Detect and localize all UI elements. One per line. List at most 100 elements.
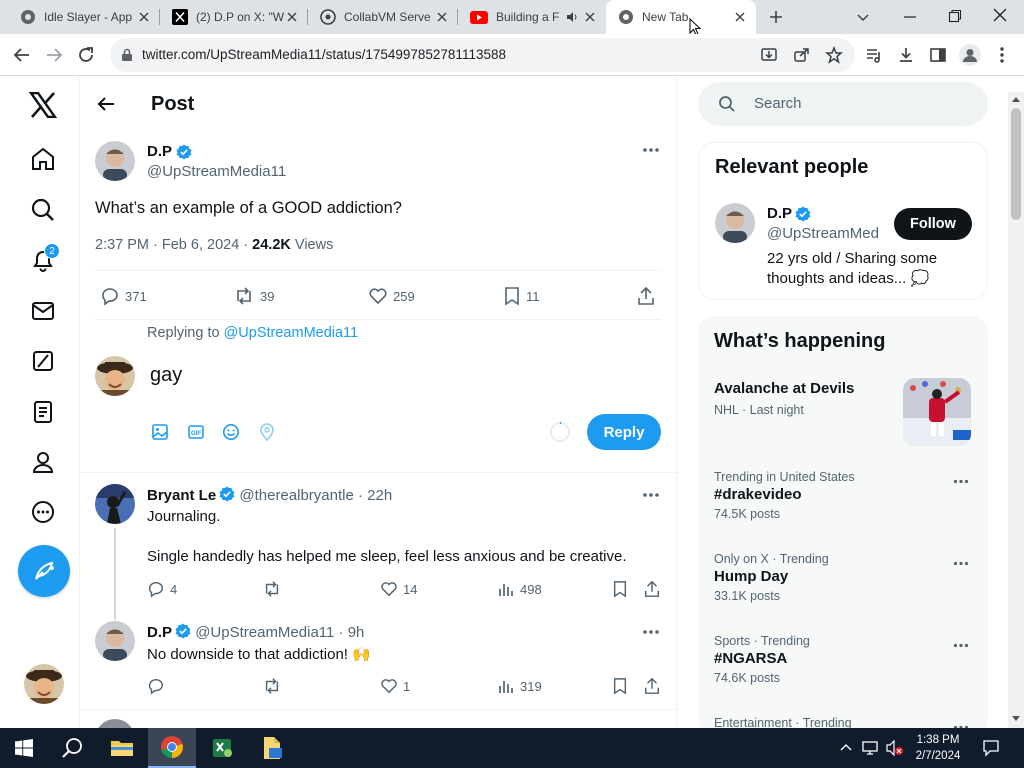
reply-time[interactable]: · 22h — [358, 487, 392, 504]
share-post-icon[interactable] — [643, 580, 661, 598]
taskbar-file-explorer[interactable] — [98, 728, 146, 768]
trend-item[interactable]: Sports · Trending #NGARSA 74.6K posts — [714, 634, 944, 685]
minimize-icon[interactable] — [902, 9, 918, 25]
reload-icon[interactable] — [74, 43, 98, 67]
tab-new-tab[interactable]: New Tab — [606, 0, 756, 34]
like-action[interactable]: 1 — [380, 677, 410, 695]
reply-author-name[interactable]: Bryant Le — [147, 487, 216, 504]
close-window-icon[interactable] — [992, 7, 1008, 23]
restore-icon[interactable] — [947, 8, 963, 24]
page-scrollbar[interactable] — [1008, 92, 1024, 728]
start-button[interactable] — [0, 728, 48, 768]
author-handle[interactable]: @UpStreamMedia11 — [147, 163, 286, 180]
avatar[interactable] — [715, 203, 755, 243]
back-arrow-icon[interactable] — [96, 94, 116, 114]
lists-icon[interactable] — [28, 397, 58, 427]
grok-icon[interactable] — [28, 346, 58, 376]
tab-search-chevron-icon[interactable] — [855, 9, 871, 25]
lock-icon[interactable] — [121, 48, 133, 62]
avatar[interactable] — [95, 484, 135, 524]
trend-item[interactable]: Only on X · Trending Hump Day 33.1K post… — [714, 552, 944, 603]
taskbar-app-file[interactable] — [248, 728, 296, 768]
replying-to-handle[interactable]: @UpStreamMedia11 — [224, 325, 359, 341]
profile-person-icon[interactable] — [28, 447, 58, 477]
views-action[interactable]: 319 — [497, 677, 542, 695]
bookmark-icon[interactable] — [612, 580, 628, 598]
clock[interactable]: 1:38 PM 2/7/2024 — [906, 732, 970, 764]
address-bar[interactable]: twitter.com/UpStreamMedia11/status/17549… — [110, 38, 855, 72]
avatar[interactable] — [95, 141, 135, 181]
person-handle[interactable]: @UpStreamMed — [767, 225, 885, 242]
bookmark-icon[interactable] — [612, 677, 628, 695]
speaker-icon[interactable] — [566, 11, 578, 23]
scroll-up-arrow-icon[interactable] — [1012, 96, 1020, 102]
downloads-icon[interactable] — [894, 43, 918, 67]
image-upload-icon[interactable] — [151, 423, 169, 441]
follow-button[interactable]: Follow — [894, 208, 972, 240]
side-panel-icon[interactable] — [926, 43, 950, 67]
chrome-menu-icon[interactable] — [990, 43, 1014, 67]
reply-author-handle[interactable]: @UpStreamMedia11 — [195, 624, 334, 641]
taskbar-app-green[interactable] — [198, 728, 246, 768]
network-icon[interactable] — [862, 740, 880, 756]
more-options-icon[interactable] — [642, 147, 660, 153]
bookmark-star-icon[interactable] — [825, 46, 843, 64]
account-avatar[interactable] — [24, 664, 64, 704]
more-options-icon[interactable] — [642, 492, 660, 498]
repost-action[interactable] — [262, 580, 287, 598]
scrollbar-thumb[interactable] — [1011, 108, 1021, 220]
notifications-center-icon[interactable] — [982, 739, 1000, 757]
like-action[interactable]: 14 — [380, 580, 417, 598]
trend-item[interactable]: Trending in United States #drakevideo 74… — [714, 470, 944, 521]
share-post-icon[interactable] — [643, 677, 661, 695]
new-tab-icon[interactable] — [767, 8, 785, 26]
location-pin-icon[interactable] — [259, 423, 275, 441]
search-input[interactable]: Search — [698, 82, 988, 126]
install-app-icon[interactable] — [760, 46, 778, 64]
reply-time[interactable]: · 9h — [339, 624, 365, 641]
close-tab-icon[interactable] — [732, 9, 748, 25]
featured-thumbnail-image[interactable] — [903, 378, 971, 446]
reply-button[interactable]: Reply — [587, 414, 661, 450]
share-icon[interactable] — [793, 46, 811, 64]
tab-idle-slayer[interactable]: Idle Slayer - App — [8, 0, 160, 34]
taskbar-search-button[interactable] — [48, 728, 96, 768]
trend-item[interactable]: Entertainment · Trending — [714, 716, 944, 728]
views-action[interactable]: 498 — [497, 580, 542, 598]
reply-action[interactable]: 371 — [100, 286, 147, 306]
volume-muted-icon[interactable] — [886, 740, 904, 756]
trend-more-icon[interactable] — [953, 643, 969, 648]
trend-more-icon[interactable] — [953, 479, 969, 484]
profile-icon[interactable] — [958, 43, 982, 67]
scroll-down-arrow-icon[interactable] — [1012, 716, 1020, 722]
post-timestamp[interactable]: 2:37 PM · Feb 6, 2024 · — [95, 237, 252, 253]
back-icon[interactable] — [10, 43, 34, 67]
close-tab-icon[interactable] — [284, 9, 300, 25]
tab-dp-on-x[interactable]: (2) D.P on X: "W — [160, 0, 308, 34]
repost-action[interactable]: 39 — [233, 286, 274, 306]
trend-more-icon[interactable] — [953, 561, 969, 566]
tab-collabvm[interactable]: CollabVM Serve — [308, 0, 458, 34]
x-home-logo-icon[interactable] — [28, 90, 58, 120]
taskbar-chrome[interactable] — [148, 728, 196, 768]
messages-envelope-icon[interactable] — [28, 296, 58, 326]
reply-author-handle[interactable]: @therealbryantle — [239, 487, 353, 504]
compose-post-button[interactable] — [18, 545, 70, 597]
gif-icon[interactable]: GIF — [187, 423, 205, 441]
reply-action[interactable]: 4 — [147, 580, 177, 598]
more-circle-icon[interactable] — [28, 497, 58, 527]
tab-youtube[interactable]: Building a F — [458, 0, 606, 34]
composer-avatar[interactable] — [95, 356, 135, 396]
close-tab-icon[interactable] — [582, 9, 598, 25]
reply-author-name[interactable]: D.P — [147, 624, 172, 641]
repost-action[interactable] — [262, 677, 287, 695]
forward-icon[interactable] — [42, 43, 66, 67]
person-name[interactable]: D.P — [767, 205, 792, 222]
explore-search-icon[interactable] — [28, 195, 58, 225]
reply-action[interactable] — [147, 677, 170, 695]
reading-list-icon[interactable] — [862, 43, 886, 67]
emoji-icon[interactable] — [222, 423, 240, 441]
bookmark-action[interactable]: 11 — [503, 286, 540, 306]
tray-expand-icon[interactable] — [840, 743, 852, 751]
close-tab-icon[interactable] — [136, 9, 152, 25]
